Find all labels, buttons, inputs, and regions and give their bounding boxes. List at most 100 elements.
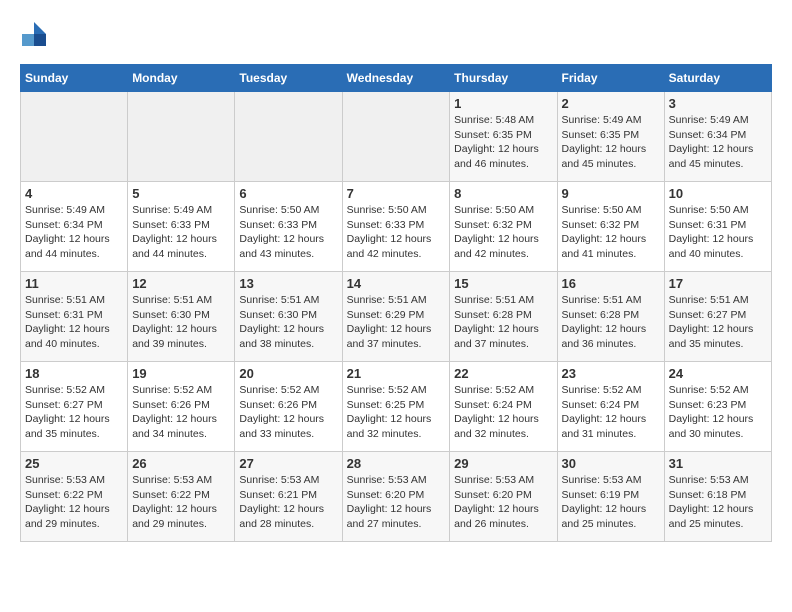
calendar-cell: 16 Sunrise: 5:51 AM Sunset: 6:28 PM Dayli… [557, 272, 664, 362]
day-number: 9 [562, 186, 660, 201]
calendar-cell: 19 Sunrise: 5:52 AM Sunset: 6:26 PM Dayli… [128, 362, 235, 452]
day-info: Sunrise: 5:52 AM Sunset: 6:26 PM Dayligh… [132, 383, 230, 442]
day-info: Sunrise: 5:52 AM Sunset: 6:27 PM Dayligh… [25, 383, 123, 442]
calendar-cell: 9Sunrise: 5:50 AM Sunset: 6:32 PM Daylig… [557, 182, 664, 272]
day-info: Sunrise: 5:50 AM Sunset: 6:32 PM Dayligh… [454, 203, 552, 262]
day-info: Sunrise: 5:53 AM Sunset: 6:20 PM Dayligh… [454, 473, 552, 532]
day-number: 15 [454, 276, 552, 291]
day-info: Sunrise: 5:48 AM Sunset: 6:35 PM Dayligh… [454, 113, 552, 172]
calendar-cell: 14 Sunrise: 5:51 AM Sunset: 6:29 PM Dayli… [342, 272, 450, 362]
weekday-header-row: SundayMondayTuesdayWednesdayThursdayFrid… [21, 65, 772, 92]
day-info: Sunrise: 5:49 AM Sunset: 6:34 PM Dayligh… [669, 113, 767, 172]
calendar-cell: 24 Sunrise: 5:52 AM Sunset: 6:23 PM Dayli… [664, 362, 771, 452]
day-info: Sunrise: 5:53 AM Sunset: 6:19 PM Dayligh… [562, 473, 660, 532]
calendar-cell: 27 Sunrise: 5:53 AM Sunset: 6:21 PM Dayli… [235, 452, 342, 542]
calendar-cell: 18 Sunrise: 5:52 AM Sunset: 6:27 PM Dayli… [21, 362, 128, 452]
weekday-header-wednesday: Wednesday [342, 65, 450, 92]
day-info: Sunrise: 5:51 AM Sunset: 6:31 PM Dayligh… [25, 293, 123, 352]
calendar-cell: 11 Sunrise: 5:51 AM Sunset: 6:31 PM Dayli… [21, 272, 128, 362]
calendar-cell: 3 Sunrise: 5:49 AM Sunset: 6:34 PM Daylig… [664, 92, 771, 182]
weekday-header-friday: Friday [557, 65, 664, 92]
day-info: Sunrise: 5:52 AM Sunset: 6:25 PM Dayligh… [347, 383, 446, 442]
day-number: 14 [347, 276, 446, 291]
weekday-header-sunday: Sunday [21, 65, 128, 92]
day-number: 29 [454, 456, 552, 471]
calendar-cell: 17 Sunrise: 5:51 AM Sunset: 6:27 PM Dayli… [664, 272, 771, 362]
day-info: Sunrise: 5:53 AM Sunset: 6:22 PM Dayligh… [132, 473, 230, 532]
day-info: Sunrise: 5:53 AM Sunset: 6:21 PM Dayligh… [239, 473, 337, 532]
weekday-header-saturday: Saturday [664, 65, 771, 92]
day-info: Sunrise: 5:51 AM Sunset: 6:30 PM Dayligh… [132, 293, 230, 352]
day-info: Sunrise: 5:52 AM Sunset: 6:24 PM Dayligh… [562, 383, 660, 442]
day-number: 16 [562, 276, 660, 291]
calendar-cell: 30 Sunrise: 5:53 AM Sunset: 6:19 PM Dayli… [557, 452, 664, 542]
page-header [20, 20, 772, 48]
calendar-week-row: 11 Sunrise: 5:51 AM Sunset: 6:31 PM Dayli… [21, 272, 772, 362]
day-number: 12 [132, 276, 230, 291]
calendar-cell: 8 Sunrise: 5:50 AM Sunset: 6:32 PM Daylig… [450, 182, 557, 272]
weekday-header-tuesday: Tuesday [235, 65, 342, 92]
day-number: 18 [25, 366, 123, 381]
day-info: Sunrise: 5:51 AM Sunset: 6:28 PM Dayligh… [454, 293, 552, 352]
day-number: 17 [669, 276, 767, 291]
calendar-cell [128, 92, 235, 182]
day-number: 13 [239, 276, 337, 291]
calendar-cell: 13 Sunrise: 5:51 AM Sunset: 6:30 PM Dayli… [235, 272, 342, 362]
day-info: Sunrise: 5:51 AM Sunset: 6:28 PM Dayligh… [562, 293, 660, 352]
calendar-week-row: 18 Sunrise: 5:52 AM Sunset: 6:27 PM Dayli… [21, 362, 772, 452]
day-number: 24 [669, 366, 767, 381]
day-number: 19 [132, 366, 230, 381]
day-number: 25 [25, 456, 123, 471]
day-info: Sunrise: 5:52 AM Sunset: 6:24 PM Dayligh… [454, 383, 552, 442]
day-number: 21 [347, 366, 446, 381]
day-number: 30 [562, 456, 660, 471]
calendar-cell: 31Sunrise: 5:53 AM Sunset: 6:18 PM Dayli… [664, 452, 771, 542]
day-info: Sunrise: 5:50 AM Sunset: 6:31 PM Dayligh… [669, 203, 767, 262]
day-number: 5 [132, 186, 230, 201]
day-info: Sunrise: 5:51 AM Sunset: 6:29 PM Dayligh… [347, 293, 446, 352]
calendar-cell: 26 Sunrise: 5:53 AM Sunset: 6:22 PM Dayli… [128, 452, 235, 542]
calendar-cell: 21 Sunrise: 5:52 AM Sunset: 6:25 PM Dayli… [342, 362, 450, 452]
day-number: 31 [669, 456, 767, 471]
calendar-cell [342, 92, 450, 182]
day-info: Sunrise: 5:53 AM Sunset: 6:22 PM Dayligh… [25, 473, 123, 532]
weekday-header-monday: Monday [128, 65, 235, 92]
day-info: Sunrise: 5:51 AM Sunset: 6:27 PM Dayligh… [669, 293, 767, 352]
day-number: 4 [25, 186, 123, 201]
day-info: Sunrise: 5:52 AM Sunset: 6:26 PM Dayligh… [239, 383, 337, 442]
day-number: 27 [239, 456, 337, 471]
day-number: 26 [132, 456, 230, 471]
day-number: 11 [25, 276, 123, 291]
day-number: 23 [562, 366, 660, 381]
calendar-cell: 29 Sunrise: 5:53 AM Sunset: 6:20 PM Dayli… [450, 452, 557, 542]
day-number: 3 [669, 96, 767, 111]
day-info: Sunrise: 5:49 AM Sunset: 6:33 PM Dayligh… [132, 203, 230, 262]
calendar-week-row: 4 Sunrise: 5:49 AM Sunset: 6:34 PM Daylig… [21, 182, 772, 272]
calendar-cell: 4 Sunrise: 5:49 AM Sunset: 6:34 PM Daylig… [21, 182, 128, 272]
day-number: 28 [347, 456, 446, 471]
calendar-cell [21, 92, 128, 182]
calendar-cell: 10Sunrise: 5:50 AM Sunset: 6:31 PM Dayli… [664, 182, 771, 272]
calendar-week-row: 1Sunrise: 5:48 AM Sunset: 6:35 PM Daylig… [21, 92, 772, 182]
calendar-cell: 15 Sunrise: 5:51 AM Sunset: 6:28 PM Dayli… [450, 272, 557, 362]
calendar-cell [235, 92, 342, 182]
calendar-cell: 6 Sunrise: 5:50 AM Sunset: 6:33 PM Daylig… [235, 182, 342, 272]
day-info: Sunrise: 5:52 AM Sunset: 6:23 PM Dayligh… [669, 383, 767, 442]
day-info: Sunrise: 5:49 AM Sunset: 6:34 PM Dayligh… [25, 203, 123, 262]
calendar-cell: 7 Sunrise: 5:50 AM Sunset: 6:33 PM Daylig… [342, 182, 450, 272]
day-number: 6 [239, 186, 337, 201]
day-info: Sunrise: 5:50 AM Sunset: 6:33 PM Dayligh… [347, 203, 446, 262]
calendar-week-row: 25 Sunrise: 5:53 AM Sunset: 6:22 PM Dayli… [21, 452, 772, 542]
calendar-cell: 23 Sunrise: 5:52 AM Sunset: 6:24 PM Dayli… [557, 362, 664, 452]
day-number: 22 [454, 366, 552, 381]
calendar-cell: 1Sunrise: 5:48 AM Sunset: 6:35 PM Daylig… [450, 92, 557, 182]
calendar-cell: 28 Sunrise: 5:53 AM Sunset: 6:20 PM Dayli… [342, 452, 450, 542]
day-number: 8 [454, 186, 552, 201]
day-info: Sunrise: 5:51 AM Sunset: 6:30 PM Dayligh… [239, 293, 337, 352]
day-info: Sunrise: 5:50 AM Sunset: 6:33 PM Dayligh… [239, 203, 337, 262]
day-number: 7 [347, 186, 446, 201]
day-info: Sunrise: 5:53 AM Sunset: 6:20 PM Dayligh… [347, 473, 446, 532]
calendar-header: SundayMondayTuesdayWednesdayThursdayFrid… [21, 65, 772, 92]
logo [20, 20, 52, 48]
weekday-header-thursday: Thursday [450, 65, 557, 92]
